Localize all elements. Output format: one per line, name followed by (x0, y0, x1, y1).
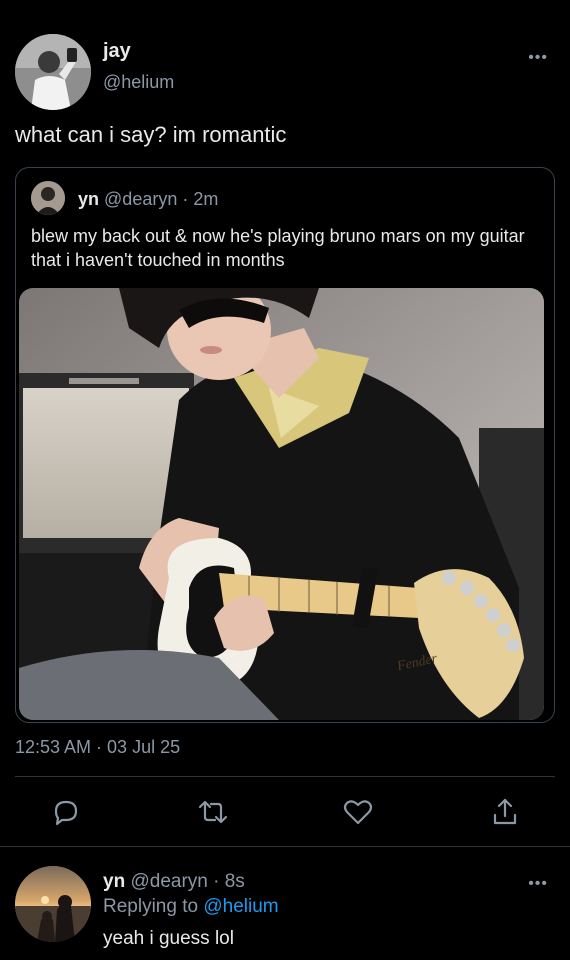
quoted-tweet-text: blew my back out & now he's playing brun… (31, 226, 525, 270)
reply-more-options-icon[interactable]: ••• (528, 876, 548, 892)
reply-author-avatar[interactable] (15, 866, 91, 942)
reply-display-name[interactable]: yn (103, 871, 125, 892)
divider (15, 776, 555, 777)
author-handle[interactable]: @helium (103, 72, 174, 93)
tweet-detail-page: jay @helium ••• what can i say? im roman… (0, 0, 570, 960)
replying-prefix: Replying to (103, 896, 199, 917)
quoted-author-avatar (31, 181, 65, 215)
quoted-author: yn @dearyn · 2m (78, 189, 218, 210)
reply-text: yeah i guess lol (103, 928, 234, 949)
author-display-name[interactable]: jay (103, 40, 131, 63)
reply-handle-time: @dearyn · 8s (130, 871, 245, 892)
action-bar (0, 795, 570, 831)
more-options-icon[interactable]: ••• (528, 50, 548, 66)
reply-author[interactable]: yn @dearyn · 8s (103, 871, 245, 893)
quoted-tweet-card[interactable]: yn @dearyn · 2m blew my back out & now h… (15, 167, 555, 723)
reply-icon[interactable] (49, 795, 83, 829)
divider (0, 846, 570, 847)
like-icon[interactable] (341, 795, 375, 829)
quoted-photo[interactable]: Fender (19, 288, 544, 720)
replying-to-link[interactable]: @helium (203, 896, 278, 917)
tweet-text: what can i say? im romantic (15, 122, 287, 147)
replying-to-line: Replying to @helium (103, 896, 279, 918)
tweet-timestamp[interactable]: 12:53 AM · 03 Jul 25 (15, 737, 180, 758)
quoted-display-name: yn (78, 189, 100, 209)
share-icon[interactable] (488, 795, 522, 829)
quoted-handle-time: @dearyn · 2m (104, 189, 219, 209)
author-avatar[interactable] (15, 34, 91, 110)
retweet-icon[interactable] (196, 795, 230, 829)
